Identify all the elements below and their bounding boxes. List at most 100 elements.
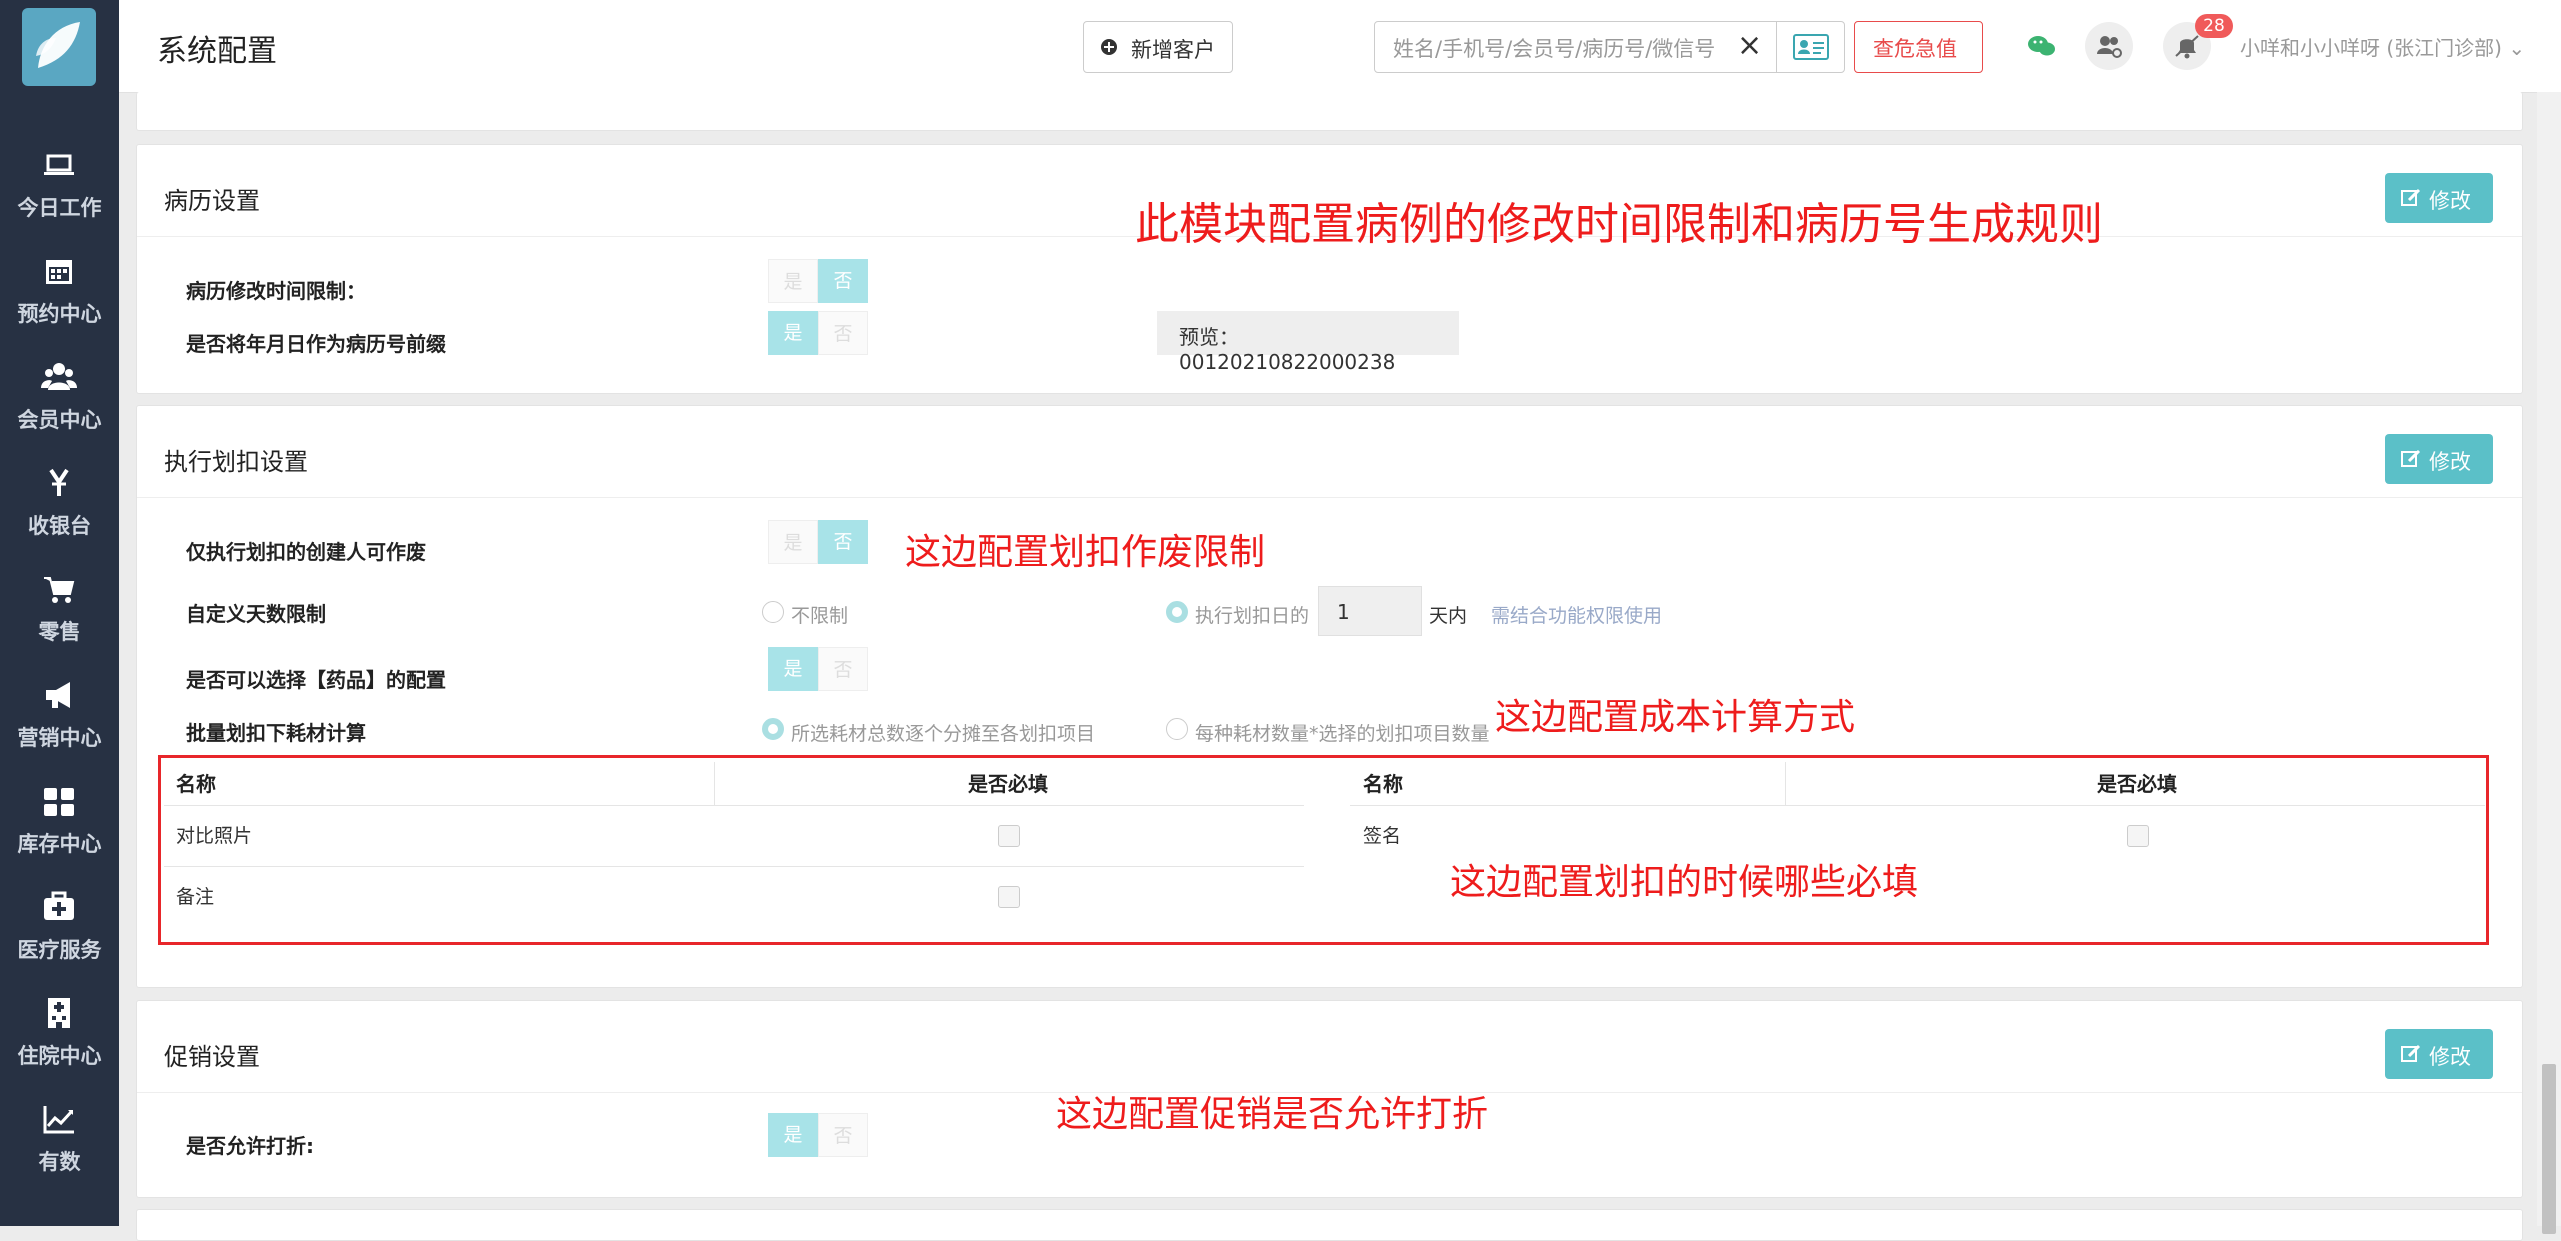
- toggle-no[interactable]: 否: [818, 311, 868, 355]
- user-name: 小咩和小小咩呀 (张江门诊部): [2240, 36, 2502, 60]
- sidebar-item-label: 预约中心: [17, 302, 102, 326]
- search-input[interactable]: 姓名/手机号/会员号/病历号/微信号 ×: [1374, 21, 1778, 73]
- grid-icon: [44, 788, 74, 816]
- next-section-panel: [136, 1209, 2523, 1241]
- highlight-box: [158, 755, 2489, 945]
- unlimited-radio[interactable]: [762, 601, 784, 623]
- days-input[interactable]: 1: [1318, 586, 1422, 636]
- time-limit-toggle[interactable]: 是 否: [768, 259, 868, 303]
- page-title: 系统配置: [157, 34, 277, 69]
- add-customer-label: 新增客户: [1131, 38, 1215, 62]
- edit-label: 修改: [2429, 189, 2471, 213]
- discount-label: 是否允许打折:: [186, 1134, 314, 1158]
- section-title: 促销设置: [164, 1043, 260, 1071]
- search-placeholder: 姓名/手机号/会员号/病历号/微信号: [1393, 37, 1716, 61]
- edit-button[interactable]: 修改: [2385, 1029, 2493, 1079]
- section-title: 病历设置: [164, 187, 260, 215]
- batch-option-1-radio[interactable]: [762, 718, 784, 740]
- chevron-down-icon: ⌄: [2508, 36, 2526, 60]
- chart-icon: [43, 1106, 74, 1134]
- add-customer-button[interactable]: 新增客户: [1083, 21, 1233, 73]
- toggle-no[interactable]: 否: [818, 647, 868, 691]
- annotation-void: 这边配置划扣作废限制: [905, 532, 1266, 573]
- section-title: 执行划扣设置: [164, 448, 308, 476]
- laptop-icon: [44, 154, 74, 175]
- medkit-icon: [44, 891, 74, 920]
- sidebar-item-cashier[interactable]: 收银台: [0, 454, 119, 560]
- notification-badge: 28: [2195, 14, 2233, 38]
- sidebar-item-retail[interactable]: 零售: [0, 560, 119, 666]
- scrollbar-thumb[interactable]: [2542, 1064, 2556, 1234]
- drug-config-toggle[interactable]: 是 否: [768, 647, 868, 691]
- batch-option-2-radio[interactable]: [1166, 718, 1188, 740]
- page-scrollbar[interactable]: [2537, 92, 2561, 1234]
- team-settings-icon[interactable]: [2085, 22, 2133, 70]
- days-unit-label: 天内: [1429, 605, 1468, 627]
- sidebar: 今日工作 预约中心 会员中心 收银台 零售 营销中心 库存中心 医疗服务 住院中…: [0, 0, 119, 1226]
- annotation-cost: 这边配置成本计算方式: [1495, 697, 1856, 738]
- sidebar-item-marketing[interactable]: 营销中心: [0, 666, 119, 772]
- sidebar-item-label: 会员中心: [17, 408, 102, 432]
- divider: [137, 497, 2522, 498]
- annotation-required: 这边配置划扣的时候哪些必填: [1450, 862, 1919, 903]
- toggle-yes[interactable]: 是: [768, 1113, 818, 1157]
- plus-circle-icon: [1101, 39, 1117, 55]
- top-header: 系统配置 新增客户 姓名/手机号/会员号/病历号/微信号 × 查危急值 28 小…: [119, 0, 2561, 93]
- sidebar-item-appointments[interactable]: 预约中心: [0, 242, 119, 348]
- edit-icon: [2401, 1044, 2421, 1062]
- megaphone-icon: [46, 682, 70, 708]
- clear-search-icon[interactable]: ×: [1737, 28, 1762, 63]
- sidebar-item-label: 营销中心: [17, 726, 102, 750]
- sidebar-item-label: 今日工作: [17, 196, 102, 220]
- sidebar-item-label: 收银台: [28, 514, 91, 538]
- sidebar-item-members[interactable]: 会员中心: [0, 348, 119, 454]
- discount-toggle[interactable]: 是 否: [768, 1113, 868, 1157]
- sidebar-item-inventory[interactable]: 库存中心: [0, 772, 119, 878]
- batch-option-1-label: 所选耗材总数逐个分摊至各划扣项目: [791, 723, 1096, 745]
- void-restriction-label: 仅执行划扣的创建人可作废: [186, 540, 426, 564]
- sidebar-item-inpatient[interactable]: 住院中心: [0, 984, 119, 1090]
- sidebar-item-label: 住院中心: [17, 1044, 102, 1068]
- batch-material-label: 批量划扣下耗材计算: [186, 721, 366, 745]
- edit-icon: [2401, 188, 2421, 206]
- sidebar-item-label: 零售: [38, 620, 81, 644]
- toggle-yes[interactable]: 是: [768, 520, 818, 564]
- sidebar-item-medical[interactable]: 医疗服务: [0, 878, 119, 984]
- toggle-yes[interactable]: 是: [768, 647, 818, 691]
- toggle-yes[interactable]: 是: [768, 311, 818, 355]
- app-logo[interactable]: [22, 8, 96, 86]
- edit-button[interactable]: 修改: [2385, 434, 2493, 484]
- edit-label: 修改: [2429, 450, 2471, 474]
- sidebar-item-analytics[interactable]: 有数: [0, 1090, 119, 1196]
- unlimited-label: 不限制: [791, 605, 849, 627]
- days-hint: 需结合功能权限使用: [1491, 605, 1663, 627]
- drug-config-label: 是否可以选择【药品】的配置: [186, 668, 446, 692]
- wechat-icon[interactable]: [2018, 22, 2066, 70]
- record-number-preview: 预览： 00120210822000238: [1157, 311, 1459, 374]
- id-card-button[interactable]: [1776, 21, 1845, 73]
- sidebar-item-today-work[interactable]: 今日工作: [0, 136, 119, 242]
- cart-icon: [44, 577, 75, 603]
- edit-icon: [2401, 449, 2421, 467]
- annotation-medical-record: 此模块配置病例的修改时间限制和病历号生成规则: [1135, 199, 2103, 250]
- sidebar-item-label: 医疗服务: [17, 938, 102, 962]
- toggle-no[interactable]: 否: [818, 259, 868, 303]
- days-radio[interactable]: [1166, 601, 1188, 623]
- void-restriction-toggle[interactable]: 是 否: [768, 520, 868, 564]
- edit-label: 修改: [2429, 1045, 2471, 1069]
- prefix-toggle[interactable]: 是 否: [768, 311, 868, 355]
- days-limit-label: 自定义天数限制: [186, 602, 326, 626]
- toggle-no[interactable]: 否: [818, 520, 868, 564]
- from-day-label: 执行划扣日的: [1195, 605, 1310, 627]
- yen-icon: [49, 468, 69, 496]
- toggle-yes[interactable]: 是: [768, 259, 818, 303]
- sidebar-item-label: 库存中心: [17, 832, 102, 856]
- sidebar-item-label: 有数: [38, 1150, 81, 1174]
- user-menu[interactable]: 小咩和小小咩呀 (张江门诊部) ⌄: [2240, 32, 2525, 61]
- annotation-promotion: 这边配置促销是否允许打折: [1056, 1094, 1489, 1135]
- calendar-icon: [46, 260, 72, 284]
- toggle-no[interactable]: 否: [818, 1113, 868, 1157]
- edit-button[interactable]: 修改: [2385, 173, 2493, 223]
- batch-option-2-label: 每种耗材数量*选择的划扣项目数量: [1195, 723, 1490, 745]
- critical-value-button[interactable]: 查危急值: [1854, 21, 1983, 73]
